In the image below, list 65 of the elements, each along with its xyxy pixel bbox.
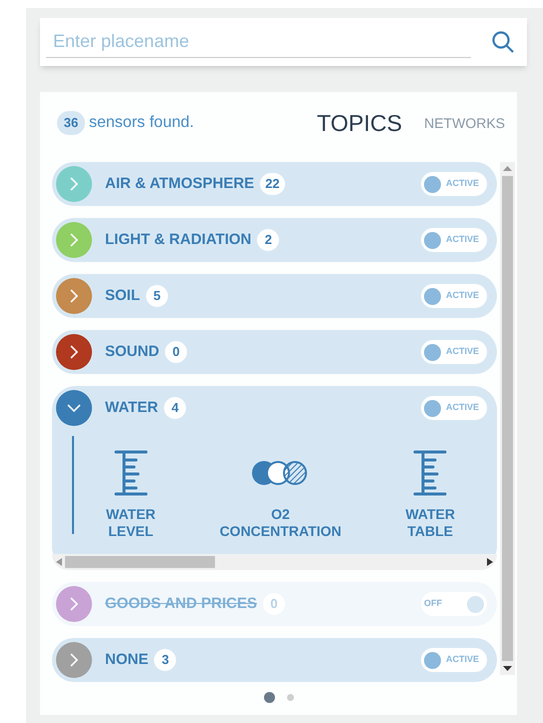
chevron-button[interactable] xyxy=(56,278,92,314)
toggle-label: ACTIVE xyxy=(446,233,480,246)
sensor-tile[interactable]: WATER TABLE xyxy=(405,432,455,540)
topic-name: SOIL xyxy=(105,286,140,306)
search-field[interactable]: Enter placename xyxy=(46,26,471,58)
topic-name: GOODS AND PRICES xyxy=(105,594,257,614)
toggle-knob xyxy=(424,344,441,360)
count-badge: 22 xyxy=(260,173,285,195)
chevron-button[interactable] xyxy=(56,642,92,678)
count-badge: 0 xyxy=(262,593,285,615)
sensor-label: WATER TABLE xyxy=(405,506,455,540)
toggle-label: ACTIVE xyxy=(446,289,480,302)
toggle-knob xyxy=(424,288,441,304)
toggle-switch[interactable]: ACTIVE xyxy=(421,396,487,420)
topic-row[interactable]: AIR & ATMOSPHERE 22 ACTIVE xyxy=(52,162,497,206)
sensor-tile[interactable]: WATER LEVEL xyxy=(106,432,156,540)
sensor-label: O2 CONCENTRATION xyxy=(220,506,342,540)
topic-row[interactable]: WATER 4 ACTIVE WATER LEVEL O2 CONCENTRATION WATER TABLE xyxy=(52,386,497,570)
toggle-knob xyxy=(424,652,441,668)
topic-row[interactable]: GOODS AND PRICES 0 OFF xyxy=(52,582,497,626)
toggle-label: ACTIVE xyxy=(446,401,480,414)
toggle-label: ACTIVE xyxy=(446,653,480,666)
topic-row[interactable]: LIGHT & RADIATION 2 ACTIVE xyxy=(52,218,497,262)
topic-row[interactable]: NONE 3 ACTIVE xyxy=(52,638,497,682)
toggle-knob xyxy=(424,400,441,416)
toggle-knob xyxy=(467,596,484,612)
toggle-label: ACTIVE xyxy=(446,345,480,358)
topic-name: NONE xyxy=(105,650,148,670)
toggle-switch[interactable]: ACTIVE xyxy=(421,172,487,196)
sensor-count-badge: 36 xyxy=(57,111,85,135)
toggle-switch[interactable]: ACTIVE xyxy=(421,648,487,672)
topic-name: LIGHT & RADIATION xyxy=(105,230,252,250)
toggle-switch[interactable]: OFF xyxy=(421,592,487,616)
sensor-label: WATER LEVEL xyxy=(106,506,156,540)
gauge-icon xyxy=(114,450,148,496)
toggle-switch[interactable]: ACTIVE xyxy=(421,284,487,308)
chevron-button[interactable] xyxy=(56,390,92,426)
chevron-button[interactable] xyxy=(56,334,92,370)
horizontal-scrollbar[interactable] xyxy=(52,554,497,570)
toggle-knob xyxy=(424,232,441,248)
topic-name: SOUND xyxy=(105,342,160,362)
count-badge: 5 xyxy=(146,285,168,307)
toggle-switch[interactable]: ACTIVE xyxy=(421,340,487,364)
count-badge: 3 xyxy=(154,649,176,671)
gauge-icon xyxy=(413,450,448,496)
toggle-label: OFF xyxy=(424,597,442,610)
count-badge: 0 xyxy=(165,341,188,363)
search-bar[interactable]: Enter placename xyxy=(40,18,527,66)
scroll-right-icon[interactable] xyxy=(487,558,493,566)
count-badge: 4 xyxy=(164,397,186,419)
sensors-found-text: sensors found. xyxy=(89,113,194,133)
count-badge: 2 xyxy=(257,229,280,251)
topic-row[interactable]: SOIL 5 ACTIVE xyxy=(52,274,497,318)
topic-name: WATER xyxy=(105,398,158,418)
search-icon[interactable] xyxy=(491,30,515,54)
topic-row[interactable]: SOUND 0 ACTIVE xyxy=(52,330,497,374)
toggle-label: ACTIVE xyxy=(446,177,480,190)
tab[interactable]: TOPICS xyxy=(316,106,402,140)
toggle-switch[interactable]: ACTIVE xyxy=(421,228,487,252)
sensor-tile[interactable]: O2 CONCENTRATION xyxy=(220,432,342,540)
topic-name: AIR & ATMOSPHERE xyxy=(105,174,254,194)
vertical-scrollbar[interactable] xyxy=(500,162,515,675)
scroll-left-icon[interactable] xyxy=(56,558,62,566)
toggle-knob xyxy=(424,176,441,192)
tab[interactable]: NETWORKS xyxy=(424,112,505,134)
